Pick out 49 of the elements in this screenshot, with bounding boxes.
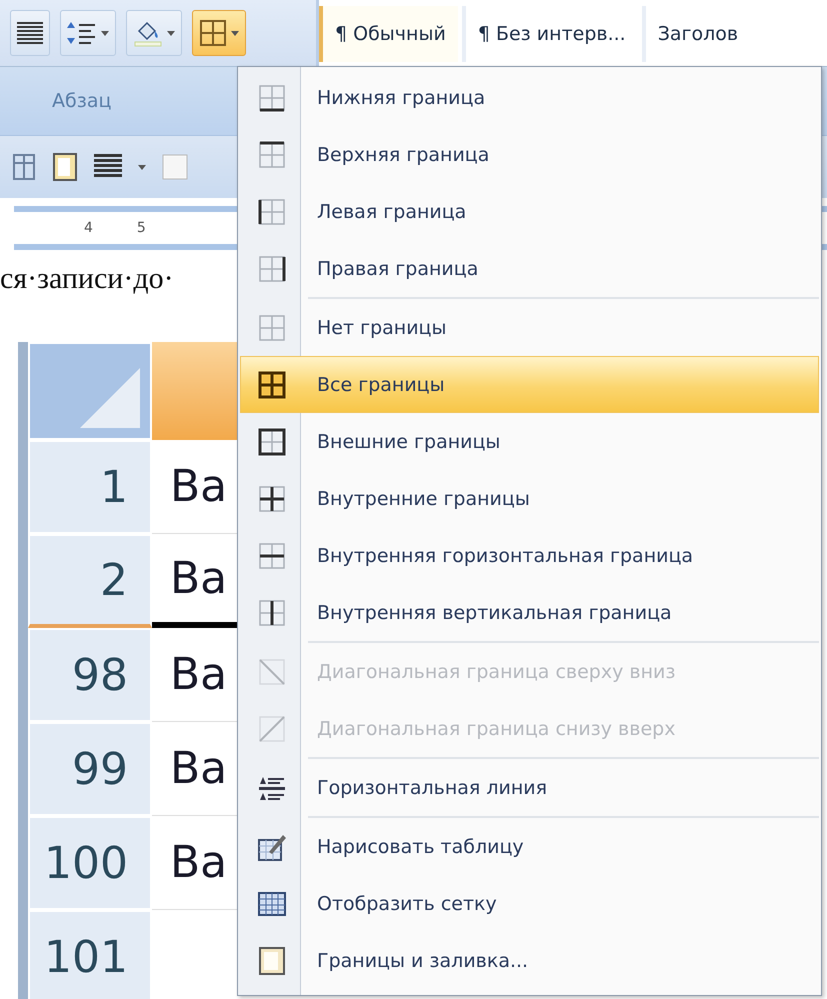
row-number: 101 [28, 910, 152, 999]
left-border-icon [258, 198, 286, 226]
document-text: ся·записи·до· [0, 261, 174, 296]
menu-item[interactable]: Правая граница [240, 240, 819, 297]
paint-bucket-icon [133, 19, 163, 47]
right-border-icon [258, 254, 286, 282]
menu-item[interactable]: Верхняя граница [240, 126, 819, 183]
caret-icon [138, 164, 146, 170]
triangle-icon [80, 368, 140, 428]
diagonal-up-icon [258, 714, 286, 742]
menu-item[interactable]: Нет границы [240, 299, 819, 356]
menu-item[interactable]: Границы и заливка... [240, 932, 819, 989]
ruler-number: 4 [84, 220, 93, 236]
page-icon [258, 946, 286, 976]
top-border-icon [258, 140, 286, 168]
ruler-number: 5 [136, 220, 146, 236]
row-number: 1 [28, 440, 152, 534]
square-icon [162, 154, 188, 180]
bottom-border-icon [258, 84, 286, 112]
style-item[interactable]: ¶ Обычный [319, 6, 458, 62]
no-border-icon [258, 314, 286, 342]
inside-borders-icon [258, 484, 286, 512]
row-number: 99 [28, 722, 152, 816]
horizontal-border-icon [258, 542, 286, 570]
caret-icon [231, 30, 239, 36]
borders-button[interactable] [192, 10, 246, 56]
page-icon [52, 152, 78, 182]
lines-icon [94, 154, 122, 180]
all-borders-icon [258, 370, 286, 398]
caret-icon [167, 30, 175, 36]
line-spacing-icon [67, 21, 97, 45]
vertical-border-icon [258, 598, 286, 626]
shading-button[interactable] [126, 10, 182, 56]
all-borders-icon [199, 19, 227, 47]
row-number: 2 [28, 534, 152, 628]
row-number: 100 [28, 816, 152, 910]
justify-button[interactable] [10, 10, 50, 56]
caret-icon [101, 30, 109, 36]
menu-item[interactable]: Левая граница [240, 183, 819, 240]
menu-item[interactable]: Все границы [240, 356, 819, 413]
line-spacing-button[interactable] [60, 10, 116, 56]
outside-borders-icon [258, 428, 286, 456]
justify-icon [17, 22, 43, 44]
row-number: 98 [28, 628, 152, 722]
grid-icon [257, 890, 287, 918]
group-label: Абзац [52, 90, 112, 112]
table-icon [12, 153, 36, 181]
menu-item[interactable]: Нижняя граница [240, 69, 819, 126]
diagonal-down-icon [258, 658, 286, 686]
